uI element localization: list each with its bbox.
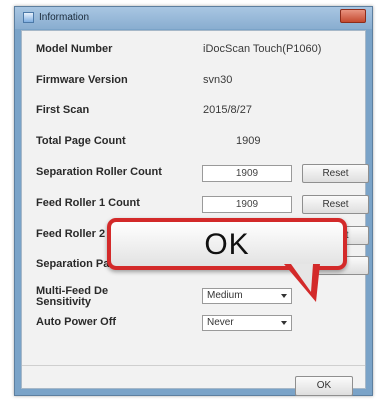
feed-roller-1-count-field: 1909 xyxy=(202,196,292,213)
information-dialog: Information Model Number iDocScan Touch(… xyxy=(14,6,373,396)
footer-divider xyxy=(22,365,365,366)
model-number-label: Model Number xyxy=(36,43,113,55)
ok-callout: OK xyxy=(107,218,347,270)
auto-power-off-label: Auto Power Off xyxy=(36,316,117,328)
callout-tail xyxy=(284,264,320,302)
model-number-value: iDocScan Touch(P1060) xyxy=(203,43,322,55)
feed-roller-1-reset-button[interactable]: Reset xyxy=(302,195,369,214)
chevron-down-icon xyxy=(281,321,287,325)
feed-roller-1-label: Feed Roller 1 Count xyxy=(36,197,140,209)
first-scan-label: First Scan xyxy=(36,104,90,116)
separation-roller-label: Separation Roller Count xyxy=(36,166,162,178)
multi-feed-sensitivity-select[interactable]: Medium xyxy=(202,288,292,304)
feed-roller-1-row: Feed Roller 1 Count 1909 Reset xyxy=(22,195,369,217)
auto-power-off-row: Auto Power Off Never xyxy=(22,315,365,336)
ok-button[interactable]: OK xyxy=(295,376,353,396)
first-scan-value: 2015/8/27 xyxy=(203,104,252,116)
separation-roller-count-field: 1909 xyxy=(202,165,292,182)
separation-roller-row: Separation Roller Count 1909 Reset xyxy=(22,164,369,186)
feed-roller-2-label: Feed Roller 2 C xyxy=(36,228,117,240)
separation-roller-reset-button[interactable]: Reset xyxy=(302,164,369,183)
window-title: Information xyxy=(39,12,90,23)
firmware-version-row: Firmware Version svn30 xyxy=(22,74,365,94)
firmware-version-label: Firmware Version xyxy=(36,74,128,86)
separation-pad-label: Separation Pa xyxy=(36,258,110,270)
multi-feed-selected-value: Medium xyxy=(207,290,243,301)
auto-power-off-select[interactable]: Never xyxy=(202,315,292,331)
dialog-body: Model Number iDocScan Touch(P1060) Firmw… xyxy=(21,30,369,396)
total-page-count-label: Total Page Count xyxy=(36,135,126,147)
total-page-count-row: Total Page Count 1909 xyxy=(22,135,365,155)
multi-feed-label-line2: Sensitivity xyxy=(36,296,92,308)
callout-text: OK xyxy=(204,228,250,261)
first-scan-row: First Scan 2015/8/27 xyxy=(22,104,365,124)
app-icon xyxy=(23,12,34,23)
close-button[interactable] xyxy=(340,9,366,23)
total-page-count-value: 1909 xyxy=(236,135,261,147)
model-number-row: Model Number iDocScan Touch(P1060) xyxy=(22,43,365,63)
firmware-version-value: svn30 xyxy=(203,74,233,86)
auto-power-off-selected-value: Never xyxy=(207,317,234,328)
title-bar[interactable]: Information xyxy=(15,7,372,29)
